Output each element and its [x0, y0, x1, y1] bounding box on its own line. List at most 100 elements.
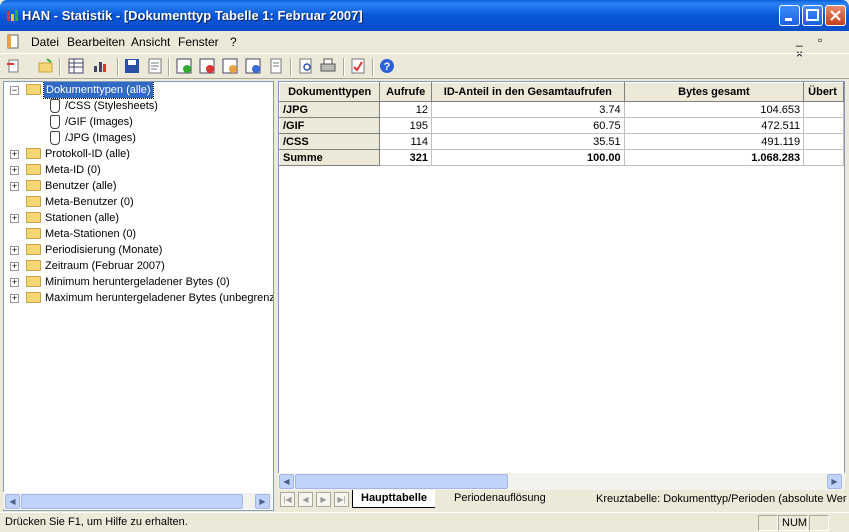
- expand-icon[interactable]: +: [10, 150, 19, 159]
- tree-node-label[interactable]: Meta-Benutzer (0): [45, 194, 134, 210]
- data-grid[interactable]: Dokumenttypen Aufrufe ID-Anteil in den G…: [278, 81, 845, 489]
- row-header[interactable]: Summe: [279, 149, 381, 166]
- export-icon[interactable]: [147, 58, 163, 74]
- table-red-icon[interactable]: [199, 58, 215, 74]
- table-row[interactable]: /JPG 12 3.74 104.653: [279, 101, 844, 118]
- save-icon[interactable]: [124, 58, 140, 74]
- table-row-sum[interactable]: Summe 321 100.00 1.068.283: [279, 149, 844, 166]
- menu-ansicht[interactable]: Ansicht: [131, 35, 170, 49]
- table-row[interactable]: /GIF 195 60.75 472.511: [279, 117, 844, 134]
- menu-help[interactable]: ?: [230, 35, 237, 49]
- table-green-icon[interactable]: [176, 58, 192, 74]
- expand-icon[interactable]: +: [10, 294, 19, 303]
- tree-node-label[interactable]: Protokoll-ID (alle): [45, 146, 130, 162]
- tree-node-label[interactable]: Zeitraum (Februar 2007): [45, 258, 165, 274]
- cell-aufrufe[interactable]: 114: [379, 133, 432, 150]
- table-blue-icon[interactable]: [245, 58, 261, 74]
- menu-bearbeiten[interactable]: Bearbeiten: [67, 35, 125, 49]
- expand-icon[interactable]: +: [10, 182, 19, 191]
- minimize-icon: [785, 18, 792, 21]
- grid-horizontal-scrollbar[interactable]: ◀ ▶: [278, 473, 845, 490]
- document-icon: [7, 34, 19, 49]
- scroll-thumb[interactable]: [21, 494, 243, 509]
- row-header[interactable]: /GIF: [279, 117, 381, 134]
- scroll-right-icon[interactable]: ▶: [827, 474, 842, 489]
- tree-view[interactable]: − Dokumenttypen (alle) /CSS (Stylesheets…: [3, 81, 274, 511]
- tab-next-icon[interactable]: ▶: [316, 492, 331, 507]
- tree-node-label[interactable]: Stationen (alle): [45, 210, 119, 226]
- tree-node-label[interactable]: /GIF (Images): [65, 114, 133, 130]
- tree-node-label[interactable]: Periodisierung (Monate): [45, 242, 162, 258]
- maximize-button[interactable]: [802, 5, 823, 26]
- tree-node-label[interactable]: /CSS (Stylesheets): [65, 98, 158, 114]
- expand-icon[interactable]: +: [10, 278, 19, 287]
- open-folder-icon[interactable]: [38, 58, 54, 74]
- column-header[interactable]: Bytes gesamt: [623, 82, 805, 102]
- close-button[interactable]: [825, 5, 846, 26]
- close-icon: [830, 10, 841, 21]
- scroll-right-icon[interactable]: ▶: [255, 494, 270, 509]
- tree-node-label[interactable]: Maximum heruntergeladener Bytes (unbegre…: [45, 290, 273, 306]
- print-icon[interactable]: [320, 58, 336, 74]
- menu-datei[interactable]: Datei: [31, 35, 59, 49]
- menu-fenster[interactable]: Fenster: [178, 35, 219, 49]
- cell-aufrufe[interactable]: 195: [379, 117, 432, 134]
- tree-node-label[interactable]: Meta-ID (0): [45, 162, 101, 178]
- cell-uebertragen[interactable]: [803, 133, 844, 150]
- cell-anteil[interactable]: 35.51: [430, 133, 625, 150]
- status-pane-scrl: [809, 515, 829, 531]
- expand-icon[interactable]: +: [10, 262, 19, 271]
- column-header[interactable]: Dokumenttypen: [279, 82, 381, 102]
- column-header[interactable]: Aufrufe: [379, 82, 432, 102]
- cell-aufrufe[interactable]: 321: [379, 149, 432, 166]
- expand-icon[interactable]: +: [10, 166, 19, 175]
- tree-node-label[interactable]: Minimum heruntergeladener Bytes (0): [45, 274, 230, 290]
- check-document-icon[interactable]: [350, 58, 366, 74]
- cell-anteil[interactable]: 100.00: [430, 149, 625, 166]
- tree-node-label[interactable]: Dokumenttypen (alle): [43, 82, 154, 99]
- report-icon[interactable]: [268, 58, 284, 74]
- new-icon[interactable]: [6, 58, 22, 74]
- collapse-icon[interactable]: −: [10, 86, 19, 95]
- tree-horizontal-scrollbar[interactable]: ◀ ▶: [3, 492, 272, 509]
- sum-table-icon[interactable]: [68, 58, 84, 74]
- cell-bytes[interactable]: 491.119: [623, 133, 805, 150]
- table-orange-icon[interactable]: [222, 58, 238, 74]
- minimize-button[interactable]: [779, 5, 800, 26]
- tab-haupttabelle[interactable]: Haupttabelle: [352, 490, 436, 508]
- scroll-left-icon[interactable]: ◀: [5, 494, 20, 509]
- scroll-thumb[interactable]: [295, 474, 508, 489]
- cell-anteil[interactable]: 3.74: [430, 101, 625, 118]
- help-icon[interactable]: ?: [379, 58, 395, 74]
- cell-aufrufe[interactable]: 12: [379, 101, 432, 118]
- paperclip-icon: [50, 115, 60, 129]
- tree-node-label[interactable]: Meta-Stationen (0): [45, 226, 136, 242]
- tab-last-icon[interactable]: ▶|: [334, 492, 349, 507]
- tree-node-label[interactable]: /JPG (Images): [65, 130, 136, 146]
- cell-uebertragen[interactable]: [803, 117, 844, 134]
- cell-uebertragen[interactable]: [803, 101, 844, 118]
- tree-node-label[interactable]: Benutzer (alle): [45, 178, 117, 194]
- chart-icon[interactable]: [92, 58, 108, 74]
- expand-icon[interactable]: +: [10, 214, 19, 223]
- tab-periodenaufloesung[interactable]: Periodenauflösung: [446, 490, 554, 508]
- cell-bytes[interactable]: 104.653: [623, 101, 805, 118]
- expand-icon[interactable]: +: [10, 246, 19, 255]
- cell-uebertragen[interactable]: [803, 149, 844, 166]
- row-header[interactable]: /JPG: [279, 101, 381, 118]
- status-message: Drücken Sie F1, um Hilfe zu erhalten.: [5, 516, 188, 528]
- column-header[interactable]: Übert: [803, 82, 844, 102]
- print-preview-icon[interactable]: [298, 58, 314, 74]
- cell-bytes[interactable]: 472.511: [623, 117, 805, 134]
- cell-anteil[interactable]: 60.75: [430, 117, 625, 134]
- column-header[interactable]: ID-Anteil in den Gesamtaufrufen: [430, 82, 625, 102]
- cell-bytes[interactable]: 1.068.283: [623, 149, 805, 166]
- tab-first-icon[interactable]: |◀: [280, 492, 295, 507]
- scroll-left-icon[interactable]: ◀: [279, 474, 294, 489]
- folder-icon: [26, 276, 41, 287]
- title-bar[interactable]: HAN - Statistik - [Dokumenttyp Tabelle 1…: [0, 0, 849, 31]
- row-header[interactable]: /CSS: [279, 133, 381, 150]
- tab-prev-icon[interactable]: ◀: [298, 492, 313, 507]
- table-row[interactable]: /CSS 114 35.51 491.119: [279, 133, 844, 150]
- folder-icon: [26, 228, 41, 239]
